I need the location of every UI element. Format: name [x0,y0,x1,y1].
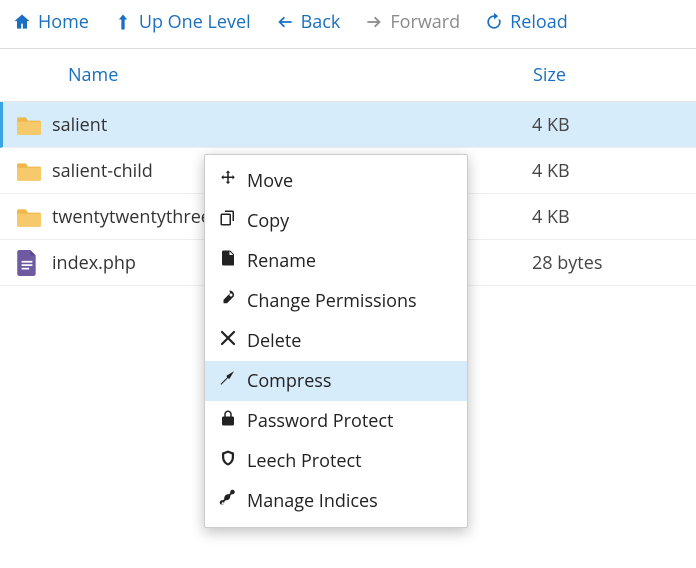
column-header-size[interactable]: Size [533,63,696,87]
forward-arrow-icon [364,12,384,32]
context-menu-label: Move [247,169,293,193]
context-menu-indices[interactable]: Manage Indices [205,481,467,521]
delete-icon [219,329,237,353]
table-row[interactable]: salient4 KB [0,102,696,148]
context-menu-label: Copy [247,209,289,233]
context-menu-rename[interactable]: Rename [205,241,467,281]
forward-label: Forward [390,10,460,34]
copy-icon [219,209,237,233]
context-menu-delete[interactable]: Delete [205,321,467,361]
leech-icon [219,449,237,473]
home-button[interactable]: Home [12,10,89,34]
file-size: 4 KB [532,159,696,183]
context-menu-label: Change Permissions [247,289,417,313]
context-menu-password[interactable]: Password Protect [205,401,467,441]
file-icon [16,250,52,276]
context-menu-label: Password Protect [247,409,393,433]
reload-button[interactable]: Reload [484,10,568,34]
compress-icon [219,369,237,393]
file-size: 28 bytes [532,251,696,275]
context-menu-label: Manage Indices [247,489,378,513]
context-menu-leech[interactable]: Leech Protect [205,441,467,481]
folder-icon [16,160,52,182]
move-icon [219,169,237,193]
back-button[interactable]: Back [275,10,341,34]
context-menu-label: Rename [247,249,316,273]
context-menu-label: Compress [247,369,331,393]
context-menu-label: Leech Protect [247,449,362,473]
folder-icon [16,206,52,228]
rename-icon [219,249,237,273]
home-icon [12,12,32,32]
column-header-name[interactable]: Name [68,63,533,87]
up-one-level-button[interactable]: Up One Level [113,10,251,34]
back-arrow-icon [275,12,295,32]
file-size: 4 KB [532,113,696,137]
folder-icon [16,114,52,136]
up-arrow-icon [113,12,133,32]
context-menu-move[interactable]: Move [205,161,467,201]
context-menu-compress[interactable]: Compress [205,361,467,401]
home-label: Home [38,10,89,34]
forward-button[interactable]: Forward [364,10,460,34]
column-headers: Name Size [0,49,696,102]
file-size: 4 KB [532,205,696,229]
context-menu: Move Copy Rename Change Permissions Delete Co… [204,154,468,528]
indices-icon [219,489,237,513]
context-menu-copy[interactable]: Copy [205,201,467,241]
up-label: Up One Level [139,10,251,34]
toolbar: Home Up One Level Back Forward Reload [0,0,696,49]
password-icon [219,409,237,433]
file-name: salient [52,113,532,137]
reload-label: Reload [510,10,568,34]
context-menu-permissions[interactable]: Change Permissions [205,281,467,321]
back-label: Back [301,10,341,34]
permissions-icon [219,289,237,313]
reload-icon [484,12,504,32]
context-menu-label: Delete [247,329,301,353]
